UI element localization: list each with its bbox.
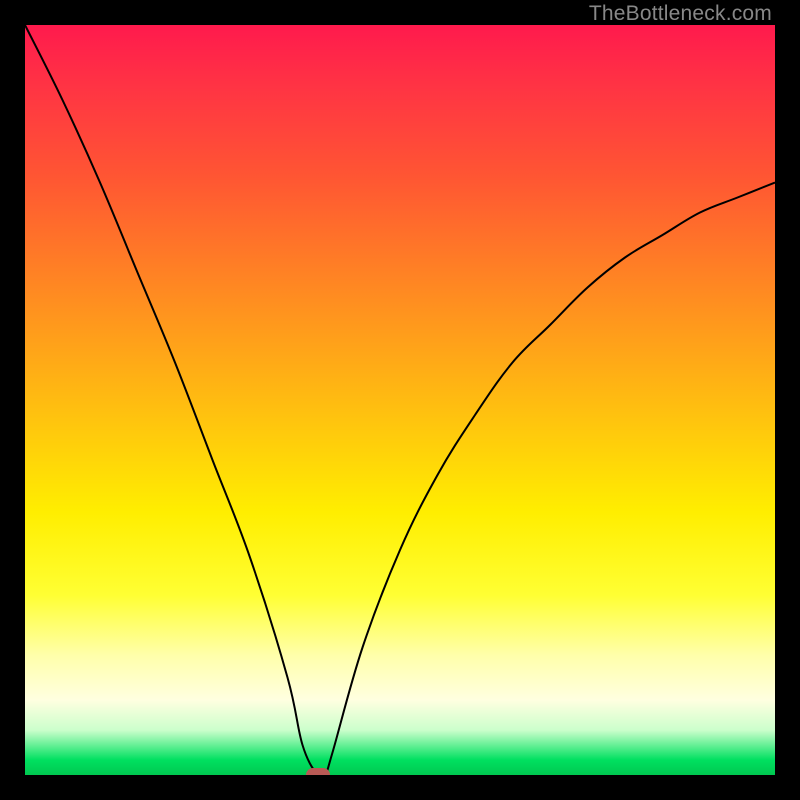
bottleneck-curve [25,25,775,775]
chart-frame: TheBottleneck.com [0,0,800,800]
attribution-label: TheBottleneck.com [589,2,772,26]
plot-area [25,25,775,775]
optimal-marker [306,768,330,775]
